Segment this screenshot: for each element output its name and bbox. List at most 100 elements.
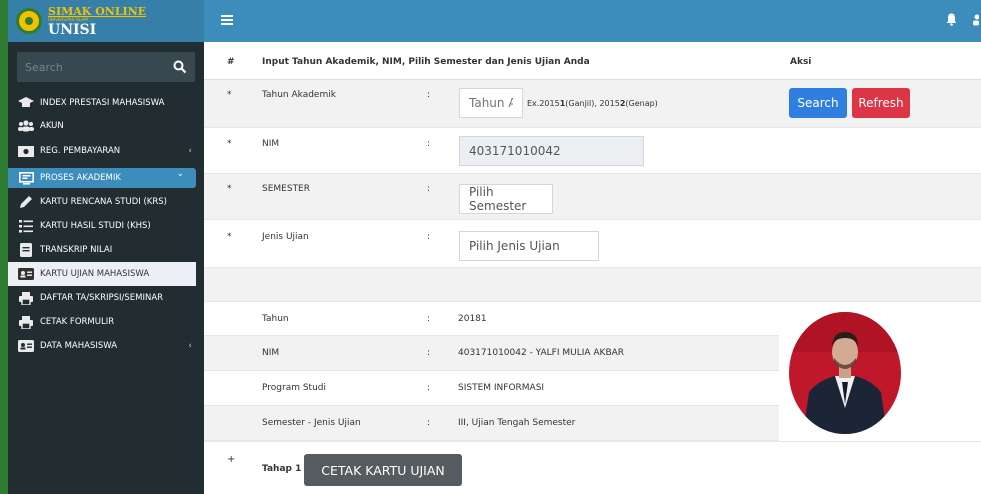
sidebar-menu: INDEX PRESTASI MAHASISWA AKUN REG. PEMBA…: [8, 90, 204, 188]
pencil-icon: [18, 195, 34, 209]
hamburger-menu-icon[interactable]: [221, 14, 233, 30]
monitor-icon: [18, 171, 34, 185]
semester-select[interactable]: Pilih Semester: [459, 184, 553, 214]
id-card-icon: [18, 339, 34, 353]
sidebar-search-input[interactable]: [25, 60, 165, 74]
required-marker: *: [227, 139, 232, 149]
sidebar-item-label: KARTU UJIAN MAHASISWA: [40, 269, 150, 279]
sidebar-item-index-prestasi[interactable]: INDEX PRESTASI MAHASISWA: [8, 90, 204, 116]
separator: :: [427, 383, 431, 393]
id-card-icon: [18, 267, 34, 281]
step-row: + Tahap 1 CETAK KARTU UJIAN: [204, 442, 981, 494]
sidebar-item-label: DAFTAR TA/SKRIPSI/SEMINAR: [40, 293, 164, 303]
sidebar-item-label: KARTU HASIL STUDI (KHS): [40, 221, 151, 231]
user-icon[interactable]: [972, 14, 980, 29]
chevron-left-icon: ‹: [188, 146, 192, 156]
cetak-kartu-ujian-button[interactable]: CETAK KARTU UJIAN: [304, 454, 462, 486]
sidebar-item-akun[interactable]: AKUN: [8, 116, 204, 136]
graduation-cap-icon: [18, 96, 34, 110]
tahun-akademik-label: Tahun Akademik: [262, 90, 336, 100]
top-navbar: [204, 0, 981, 42]
nim-field[interactable]: 403171010042: [459, 136, 644, 166]
info-label: Tahun: [262, 314, 289, 324]
sidebar-item-reg-pembayaran[interactable]: REG. PEMBAYARAN ‹: [8, 136, 204, 166]
background-strip: [0, 0, 8, 494]
info-value: III, Ujian Tengah Semester: [458, 418, 576, 428]
info-row-tahun: Tahun : 20181: [204, 302, 779, 336]
main-content: # Input Tahun Akademik, NIM, Pilih Semes…: [204, 42, 981, 494]
printer-icon: [18, 291, 34, 305]
logo[interactable]: SIMAK ONLINE UNIVERSITAS ISLAM ... UNISI: [8, 0, 204, 42]
separator: :: [427, 139, 431, 149]
required-marker: *: [227, 90, 232, 100]
sidebar-item-label: REG. PEMBAYARAN: [40, 146, 121, 156]
table-header: # Input Tahun Akademik, NIM, Pilih Semes…: [204, 42, 981, 80]
info-row-semester-ujian: Semester - Jenis Ujian : III, Ujian Teng…: [204, 406, 779, 441]
step-marker: +: [227, 454, 236, 465]
sidebar-item-proses-akademik[interactable]: PROSES AKADEMIK ⌄: [8, 168, 196, 188]
money-icon: [18, 144, 34, 158]
semester-label: SEMESTER: [262, 184, 311, 194]
sidebar-item-khs[interactable]: KARTU HASIL STUDI (KHS): [8, 214, 204, 238]
info-row-program-studi: Program Studi : SISTEM INFORMASI: [204, 371, 779, 406]
sidebar-item-label: TRANSKRIP NILAI: [40, 245, 113, 255]
sidebar-item-kartu-ujian[interactable]: KARTU UJIAN MAHASISWA: [8, 262, 196, 286]
logo-title: SIMAK ONLINE: [48, 4, 147, 18]
table-row-nim: * NIM : 403171010042: [204, 128, 981, 174]
separator: :: [427, 184, 431, 194]
printer-icon: [18, 315, 34, 329]
sidebar-item-label: DATA MAHASISWA: [40, 341, 118, 351]
sidebar: SIMAK ONLINE UNIVERSITAS ISLAM ... UNISI…: [8, 0, 204, 494]
sidebar-item-label: INDEX PRESTASI MAHASISWA: [40, 98, 165, 108]
sidebar-item-label: KARTU RENCANA STUDI (KRS): [40, 197, 167, 207]
document-icon: [18, 243, 34, 257]
table-row-tahun-akademik: * Tahun Akademik : Ex.20151(Ganjil), 201…: [204, 80, 981, 128]
header-title: Input Tahun Akademik, NIM, Pilih Semeste…: [262, 57, 590, 67]
tahun-akademik-hint: Ex.20151(Ganjil), 20152(Genap): [527, 99, 658, 108]
info-value: 403171010042 - YALFI MULIA AKBAR: [458, 348, 625, 358]
student-photo: [789, 312, 901, 434]
jenis-ujian-label: Jenis Ujian: [262, 232, 309, 242]
sidebar-item-cetak-formulir[interactable]: CETAK FORMULIR: [8, 310, 204, 334]
sidebar-item-label: AKUN: [40, 121, 64, 131]
info-label: NIM: [262, 348, 280, 358]
logo-name: UNISI: [48, 21, 97, 38]
logo-emblem-icon: [16, 8, 42, 34]
header-number: #: [227, 57, 235, 67]
jenis-ujian-select[interactable]: Pilih Jenis Ujian: [459, 231, 599, 261]
search-icon[interactable]: [173, 60, 187, 74]
sidebar-item-data-mahasiswa[interactable]: DATA MAHASISWA ‹: [8, 334, 204, 358]
chevron-down-icon: ⌄: [176, 169, 184, 179]
chevron-left-icon: ‹: [188, 341, 192, 351]
logo-subtitle: UNIVERSITAS ISLAM ...: [48, 16, 93, 22]
refresh-button[interactable]: Refresh: [852, 88, 910, 118]
info-label: Semester - Jenis Ujian: [262, 418, 361, 428]
separator: :: [427, 418, 431, 428]
table-row-jenis-ujian: * Jenis Ujian : Pilih Jenis Ujian: [204, 220, 981, 268]
search-button[interactable]: Search: [789, 88, 847, 118]
sidebar-search: [17, 52, 195, 82]
sidebar-item-krs[interactable]: KARTU RENCANA STUDI (KRS): [8, 190, 204, 214]
required-marker: *: [227, 232, 232, 242]
bell-icon[interactable]: [946, 13, 957, 29]
info-value: 20181: [458, 314, 487, 324]
sidebar-item-label: CETAK FORMULIR: [40, 317, 115, 327]
users-icon: [18, 119, 34, 133]
separator: :: [427, 90, 431, 100]
table-row-spacer: [204, 268, 981, 302]
separator: :: [427, 348, 431, 358]
header-action: Aksi: [790, 57, 812, 67]
info-value: SISTEM INFORMASI: [458, 383, 545, 393]
separator: :: [427, 232, 431, 242]
sidebar-submenu: KARTU RENCANA STUDI (KRS) KARTU HASIL ST…: [8, 190, 204, 358]
list-icon: [18, 219, 34, 233]
sidebar-item-transkrip[interactable]: TRANSKRIP NILAI: [8, 238, 204, 262]
sidebar-item-label: PROSES AKADEMIK: [40, 173, 121, 183]
nim-label: NIM: [262, 139, 280, 149]
sidebar-item-daftar-ta[interactable]: DAFTAR TA/SKRIPSI/SEMINAR: [8, 286, 204, 310]
tahun-akademik-input[interactable]: [459, 88, 523, 118]
step-label: Tahap 1: [262, 464, 302, 474]
info-label: Program Studi: [262, 383, 326, 393]
table-row-semester: * SEMESTER : Pilih Semester: [204, 174, 981, 220]
required-marker: *: [227, 184, 232, 194]
